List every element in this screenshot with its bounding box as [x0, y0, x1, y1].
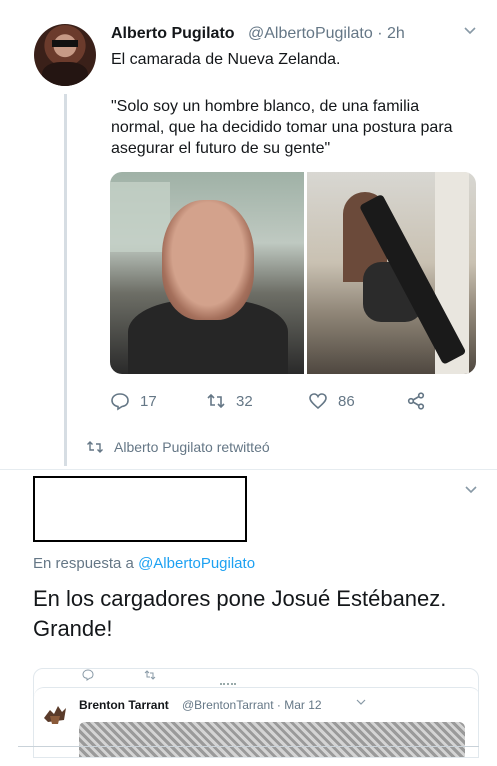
- heart-icon: [309, 393, 327, 410]
- avatar-censor-bar: [52, 40, 78, 47]
- media-photo-left[interactable]: [110, 172, 304, 374]
- redacted-author-box: [33, 476, 247, 542]
- tweet-text: El camarada de Nueva Zelanda.: [111, 51, 341, 68]
- embedded-media[interactable]: [79, 722, 465, 757]
- thread-line: [64, 94, 67, 466]
- embedded-tweet[interactable]: Brenton Tarrant @BrentonTarrant · Mar 12: [34, 687, 478, 757]
- like-button[interactable]: 86: [308, 391, 355, 411]
- tweet-quote-text: "Solo soy un hombre blanco, de una famil…: [111, 98, 453, 157]
- like-count: 86: [338, 392, 355, 410]
- retweet-button[interactable]: 32: [206, 391, 253, 411]
- photo-window: [110, 182, 170, 252]
- chevron-down-icon[interactable]: [463, 23, 477, 39]
- tweet-actions: 17 32 86: [110, 391, 450, 413]
- photo-person-face: [162, 200, 254, 320]
- embed-separator-dots: [220, 683, 236, 685]
- retweet-icon: [144, 670, 156, 680]
- user-avatar[interactable]: [34, 24, 96, 86]
- embed-action-icons: [82, 669, 156, 681]
- retweet-notice-text: Alberto Pugilato retwitteó: [114, 439, 270, 455]
- bottom-divider: [18, 746, 479, 747]
- reply-handle-link[interactable]: @AlbertoPugilato: [138, 555, 255, 572]
- reply-count: 17: [140, 392, 157, 410]
- share-button[interactable]: [406, 391, 426, 411]
- embedded-author-name[interactable]: Brenton Tarrant: [79, 698, 169, 712]
- reply-prefix: En respuesta a: [33, 555, 139, 572]
- divider: [0, 469, 497, 470]
- avatar-figure: [42, 62, 88, 86]
- retweet-count: 32: [236, 392, 253, 410]
- share-icon: [407, 392, 425, 410]
- reply-context: En respuesta a @AlbertoPugilato: [33, 555, 255, 572]
- chevron-down-icon[interactable]: [356, 698, 366, 709]
- author-handle-time[interactable]: @AlbertoPugilato · 2h: [248, 25, 405, 43]
- chevron-down-icon[interactable]: [464, 482, 478, 498]
- reply-button[interactable]: 17: [110, 391, 157, 411]
- reply-icon: [82, 669, 94, 681]
- tweet-media[interactable]: [110, 172, 476, 374]
- reply-tweet-text: En los cargadores pone Josué Estébanez. …: [33, 586, 447, 641]
- media-photo-right[interactable]: [307, 172, 476, 374]
- embedded-avatar[interactable]: [40, 698, 70, 728]
- author-name[interactable]: Alberto Pugilato: [111, 25, 235, 43]
- retweet-icon: [207, 393, 225, 409]
- retweet-icon: [87, 441, 103, 453]
- embedded-screenshot[interactable]: Brenton Tarrant @BrentonTarrant · Mar 12: [33, 668, 479, 758]
- reply-icon: [111, 393, 129, 411]
- embedded-author-handle-time[interactable]: @BrentonTarrant · Mar 12: [182, 698, 322, 712]
- retweet-notice[interactable]: Alberto Pugilato retwitteó: [86, 439, 270, 455]
